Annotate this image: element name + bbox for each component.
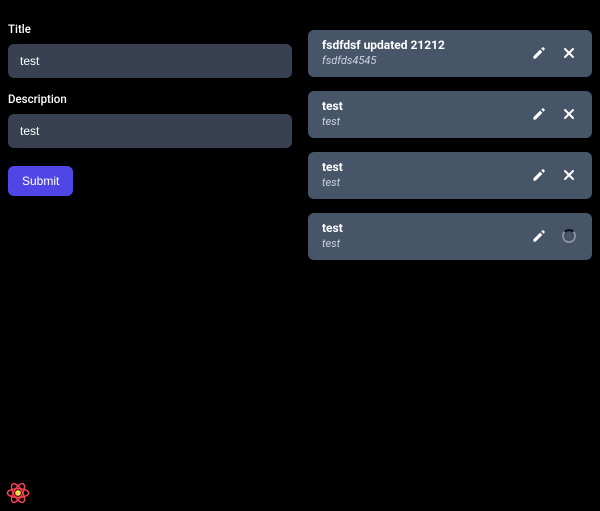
list-item-text: test test <box>322 99 518 128</box>
list-item-description: test <box>322 176 518 189</box>
pencil-icon <box>531 228 547 244</box>
list-item: fsdfdsf updated 21212 fsdfds4545 <box>308 30 592 77</box>
list-item-description: test <box>322 115 518 128</box>
list-item-text: test test <box>322 160 518 189</box>
items-list: fsdfdsf updated 21212fsdfds4545testtestt… <box>308 8 592 503</box>
description-label: Description <box>8 92 292 106</box>
edit-button[interactable] <box>530 44 548 62</box>
close-icon <box>561 45 577 61</box>
list-item-title: test <box>322 221 518 235</box>
form-column: Title Description Submit <box>8 8 292 503</box>
submit-button[interactable]: Submit <box>8 166 73 196</box>
app-root: Title Description Submit fsdfdsf updated… <box>0 0 600 511</box>
spinner-icon <box>562 229 576 243</box>
close-icon <box>561 167 577 183</box>
list-item: test test <box>308 213 592 260</box>
list-item-title: test <box>322 160 518 174</box>
edit-button[interactable] <box>530 105 548 123</box>
loading-indicator <box>560 227 578 245</box>
react-query-icon <box>6 481 30 505</box>
delete-button[interactable] <box>560 44 578 62</box>
list-item-title: fsdfdsf updated 21212 <box>322 38 518 52</box>
pencil-icon <box>531 167 547 183</box>
list-item-description: fsdfds4545 <box>322 54 518 67</box>
react-query-devtools-button[interactable] <box>6 481 30 505</box>
title-label: Title <box>8 22 292 36</box>
pencil-icon <box>531 106 547 122</box>
edit-button[interactable] <box>530 227 548 245</box>
list-item-text: fsdfdsf updated 21212 fsdfds4545 <box>322 38 518 67</box>
list-item: test test <box>308 152 592 199</box>
list-item-description: test <box>322 237 518 250</box>
edit-button[interactable] <box>530 166 548 184</box>
delete-button[interactable] <box>560 105 578 123</box>
description-input[interactable] <box>8 114 292 148</box>
title-input[interactable] <box>8 44 292 78</box>
delete-button[interactable] <box>560 166 578 184</box>
close-icon <box>561 106 577 122</box>
list-item-title: test <box>322 99 518 113</box>
pencil-icon <box>531 45 547 61</box>
list-item-text: test test <box>322 221 518 250</box>
list-item: test test <box>308 91 592 138</box>
